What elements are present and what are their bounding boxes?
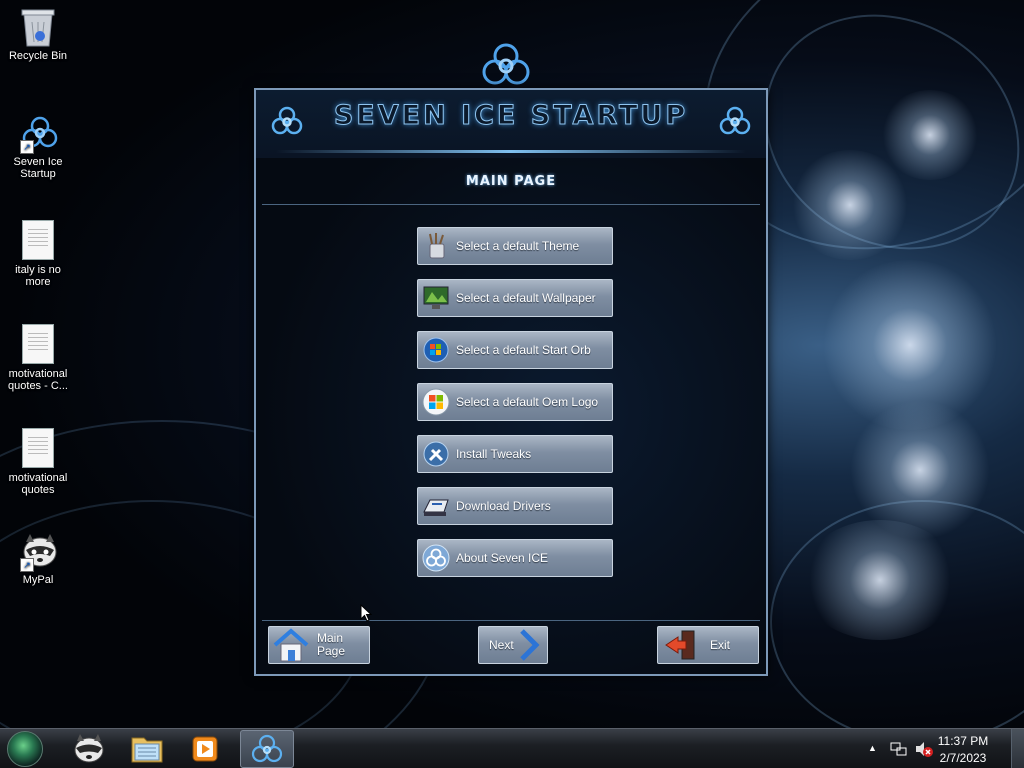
biohazard-icon (251, 734, 283, 763)
next-button[interactable]: Next (478, 626, 548, 664)
divider (262, 204, 760, 205)
next-label: Next (489, 638, 514, 652)
desktop-icon-label: Seven Ice Startup (13, 156, 63, 180)
title-bar: SEVEN ICE STARTUP (256, 90, 766, 158)
seven-ice-startup-window: SEVEN ICE STARTUP MAIN PAGE Select a def… (254, 88, 768, 676)
driver-download-icon (423, 499, 449, 516)
shortcut-arrow-icon: ↗ (20, 140, 34, 154)
taskbar-item-media-player[interactable] (178, 730, 232, 768)
taskbar-item-explorer[interactable] (120, 730, 174, 768)
menu-button-label: Select a default Start Orb (456, 343, 591, 357)
desktop-icon-label: MyPal (22, 574, 54, 586)
windows-logo-icon (422, 388, 450, 416)
media-player-icon (192, 736, 218, 762)
exit-button[interactable]: Exit (657, 626, 759, 664)
biohazard-icon (271, 106, 303, 135)
title-glow-line (276, 150, 746, 153)
tools-icon (423, 441, 449, 467)
desktop-icon-recycle-bin[interactable]: Recycle Bin (4, 6, 72, 62)
desktop-icon-motivational-quotes-c[interactable]: motivational quotes - C... (4, 324, 72, 392)
taskbar-item-mypal[interactable] (62, 730, 116, 768)
shortcut-arrow-icon: ↗ (20, 558, 34, 572)
menu-button-label: Select a default Theme (456, 239, 580, 253)
show-hidden-icons-icon[interactable]: ▲ (868, 743, 878, 753)
select-start-orb-button[interactable]: Select a default Start Orb (417, 331, 613, 369)
windows-orb-icon (423, 337, 449, 363)
recycle-bin-icon (21, 9, 55, 47)
menu-button-label: Download Drivers (456, 499, 551, 513)
menu-button-label: Install Tweaks (456, 447, 532, 461)
desktop-icon-motivational-quotes[interactable]: motivational quotes (4, 428, 72, 496)
select-theme-button[interactable]: Select a default Theme (417, 227, 613, 265)
menu-button-label: Select a default Oem Logo (456, 395, 599, 409)
desktop-icon-label: motivational quotes - C... (8, 368, 68, 392)
clock-time[interactable]: 11:37 PM (928, 734, 998, 748)
taskbar: ▲ 11:37 PM 2/7/2023 (0, 728, 1024, 768)
monitor-wallpaper-icon (423, 286, 449, 309)
taskbar-item-seven-ice-startup[interactable] (240, 730, 294, 768)
about-seven-ice-button[interactable]: About Seven ICE (417, 539, 613, 577)
arrow-right-icon (519, 629, 540, 661)
divider (262, 620, 760, 621)
text-document-icon (22, 324, 54, 364)
explorer-folder-icon (131, 737, 163, 763)
exit-label: Exit (710, 638, 731, 652)
text-document-icon (22, 220, 54, 260)
desktop-icon-seven-ice-startup[interactable]: ↗ Seven Ice Startup (4, 112, 72, 180)
desktop-icon-label: Recycle Bin (8, 50, 68, 62)
desktop-icon-label: motivational quotes (8, 472, 68, 496)
download-drivers-button[interactable]: Download Drivers (417, 487, 613, 525)
desktop-icon-mypal[interactable]: ↗ MyPal (4, 530, 72, 586)
exit-door-icon (665, 630, 695, 660)
brushes-icon (429, 233, 445, 259)
raccoon-icon (74, 734, 104, 763)
window-title: SEVEN ICE STARTUP (333, 100, 689, 132)
start-button[interactable] (7, 731, 43, 767)
main-page-button[interactable]: Main Page (268, 626, 370, 664)
main-page-label: Main Page (317, 631, 346, 658)
mouse-cursor-icon (360, 604, 372, 622)
home-icon (273, 628, 309, 662)
desktop-icon-label: italy is no more (15, 264, 61, 288)
biohazard-icon (482, 43, 530, 85)
select-oem-logo-button[interactable]: Select a default Oem Logo (417, 383, 613, 421)
text-document-icon (22, 428, 54, 468)
biohazard-icon (719, 106, 751, 135)
clock-date[interactable]: 2/7/2023 (928, 751, 998, 765)
menu-button-label: Select a default Wallpaper (456, 291, 596, 305)
page-title: MAIN PAGE (465, 174, 557, 189)
menu-button-label: About Seven ICE (456, 551, 549, 565)
network-icon[interactable] (890, 741, 908, 757)
install-tweaks-button[interactable]: Install Tweaks (417, 435, 613, 473)
desktop-icon-italy-is-no-more[interactable]: italy is no more (4, 220, 72, 288)
biohazard-icon (422, 544, 450, 572)
show-desktop-button[interactable] (1011, 729, 1024, 768)
select-wallpaper-button[interactable]: Select a default Wallpaper (417, 279, 613, 317)
